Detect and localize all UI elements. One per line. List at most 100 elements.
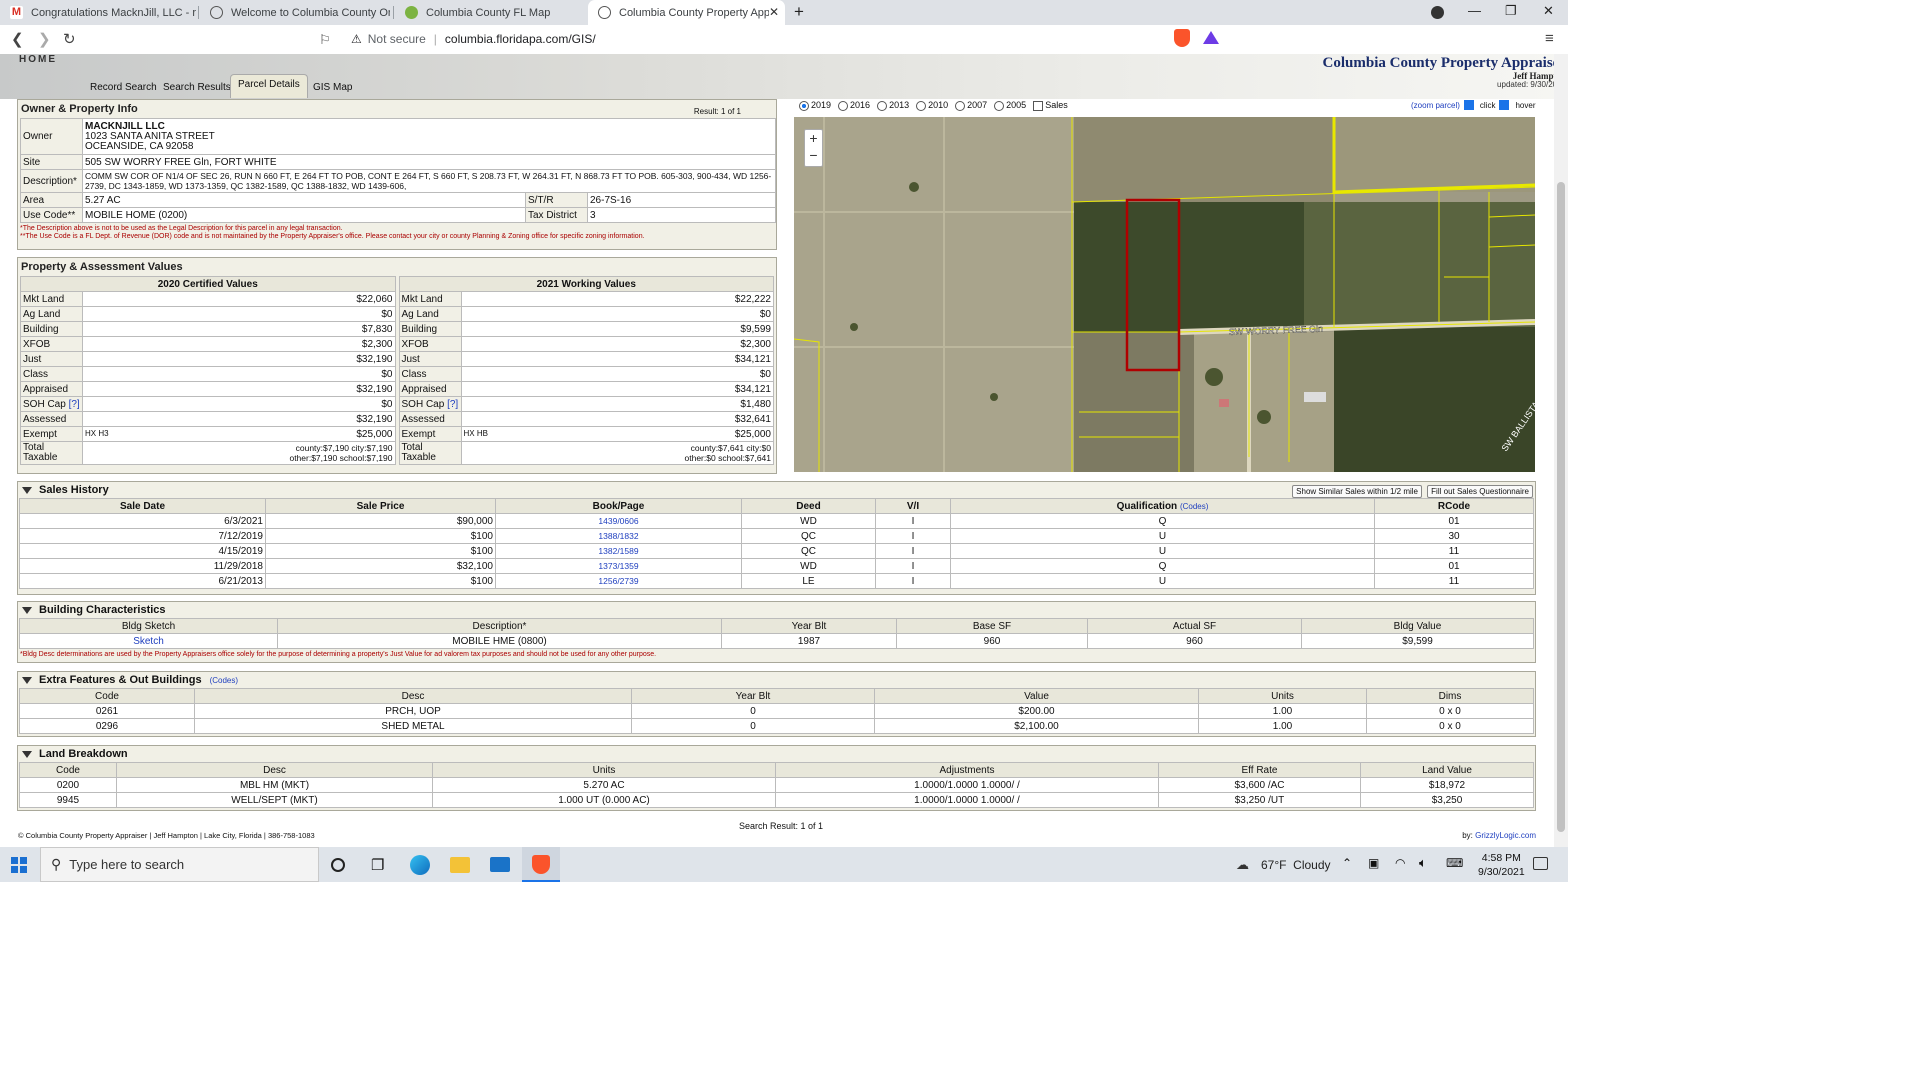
building-header[interactable]: Building Characteristics bbox=[18, 602, 1535, 618]
home-link[interactable]: HOME bbox=[19, 54, 57, 65]
close-tab-icon[interactable]: ✕ bbox=[769, 5, 779, 19]
extra-features-header[interactable]: Extra Features & Out Buildings (Codes) bbox=[18, 672, 1535, 688]
radio-icon[interactable] bbox=[955, 100, 966, 111]
clock[interactable]: 4:58 PM 9/30/2021 bbox=[1478, 851, 1525, 879]
parcel-map[interactable]: SW WORRY FREE Gln SW BALLISTA + − bbox=[794, 117, 1535, 472]
soh-help-link[interactable]: [?] bbox=[447, 399, 458, 410]
year-option-2005[interactable]: 2005 bbox=[994, 100, 1026, 111]
year-option-2007[interactable]: 2007 bbox=[955, 100, 987, 111]
soh-help-link[interactable]: [?] bbox=[69, 399, 80, 410]
radio-icon[interactable] bbox=[838, 100, 849, 111]
task-view-icon[interactable]: ❐ bbox=[371, 856, 391, 876]
year-option-2010[interactable]: 2010 bbox=[916, 100, 948, 111]
xf-dims: 0 x 0 bbox=[1366, 703, 1534, 719]
qualification-codes-link[interactable]: (Codes) bbox=[1180, 502, 1208, 511]
restore-button[interactable]: ❐ bbox=[1505, 3, 1517, 19]
land-breakdown-header[interactable]: Land Breakdown bbox=[18, 746, 1535, 762]
extra-codes-link[interactable]: (Codes) bbox=[210, 676, 238, 685]
edge-icon[interactable] bbox=[410, 855, 430, 875]
meet-now-icon[interactable]: ▣ bbox=[1368, 856, 1379, 870]
mail-icon[interactable] bbox=[490, 857, 510, 872]
url-bar[interactable]: ⚠ Not secure | columbia.floridapa.com/GI… bbox=[343, 28, 1175, 50]
sales-questionnaire-button[interactable]: Fill out Sales Questionnaire bbox=[1427, 485, 1533, 498]
tab-record-search[interactable]: Record Search bbox=[83, 78, 164, 98]
book-page-link[interactable]: 1388/1832 bbox=[495, 528, 742, 544]
forward-icon[interactable]: ❯ bbox=[38, 30, 51, 48]
year-option-2013[interactable]: 2013 bbox=[877, 100, 909, 111]
table-row: Building $9,599 bbox=[398, 321, 774, 337]
page-scrollbar[interactable] bbox=[1554, 54, 1568, 847]
new-tab-button[interactable]: + bbox=[794, 2, 804, 22]
radio-icon[interactable] bbox=[994, 100, 1005, 111]
brave-taskbar-button[interactable] bbox=[522, 847, 560, 882]
volume-icon[interactable]: 🔈︎ bbox=[1419, 855, 1427, 871]
sales-col-qualification: Qualification (Codes) bbox=[950, 498, 1375, 514]
scrollbar-thumb[interactable] bbox=[1557, 182, 1565, 832]
book-page-link[interactable]: 1256/2739 bbox=[495, 573, 742, 589]
total-taxable-value: county:$7,190 city:$7,190 other:$7,190 sc… bbox=[82, 441, 396, 465]
book-page-link[interactable]: 1439/0606 bbox=[495, 513, 742, 529]
table-row: 9945 WELL/SEPT (MKT) 1.000 UT (0.000 AC) 1.… bbox=[19, 792, 1534, 808]
sales-checkbox[interactable] bbox=[1033, 100, 1044, 111]
weather-widget[interactable]: 67°F Cloudy bbox=[1261, 858, 1331, 872]
windows-start-icon[interactable] bbox=[11, 857, 27, 873]
close-window-button[interactable]: ✕ bbox=[1543, 3, 1554, 19]
year-option-2016[interactable]: 2016 bbox=[838, 100, 870, 111]
similar-sales-button[interactable]: Show Similar Sales within 1/2 mile bbox=[1292, 485, 1422, 498]
menu-icon[interactable]: ≡ bbox=[1545, 30, 1554, 47]
radio-icon[interactable] bbox=[916, 100, 927, 111]
tab-gis-map[interactable]: GIS Map bbox=[306, 78, 359, 98]
click-checkbox[interactable] bbox=[1463, 100, 1474, 110]
chevron-up-icon[interactable]: ⌃ bbox=[1342, 856, 1352, 870]
radio-icon[interactable] bbox=[799, 100, 809, 111]
cortana-icon[interactable] bbox=[331, 858, 345, 872]
vi: I bbox=[875, 513, 951, 529]
radio-icon[interactable] bbox=[877, 100, 888, 111]
table-row: Mkt Land $22,222 bbox=[398, 291, 774, 307]
minimize-button[interactable]: — bbox=[1468, 3, 1481, 18]
book-page-link[interactable]: 1373/1359 bbox=[495, 558, 742, 574]
book-page-link[interactable]: 1382/1589 bbox=[495, 543, 742, 559]
brave-shield-icon[interactable] bbox=[1174, 29, 1190, 47]
zoom-in-button[interactable]: + bbox=[805, 130, 822, 147]
deed: QC bbox=[741, 543, 876, 559]
back-icon[interactable]: ❮ bbox=[11, 30, 24, 48]
zoom-parcel-link[interactable]: (zoom parcel) bbox=[1411, 101, 1460, 110]
year-option-2019[interactable]: 2019 bbox=[799, 100, 831, 111]
updated-date: updated: 9/30/2021 bbox=[1497, 80, 1566, 89]
collapse-icon bbox=[22, 750, 32, 758]
sketch-link[interactable]: Sketch bbox=[19, 633, 278, 649]
notification-icon[interactable] bbox=[1533, 857, 1548, 870]
tab-search-icon[interactable] bbox=[1431, 6, 1444, 19]
sales-toggle[interactable]: Sales bbox=[1033, 100, 1068, 111]
brave-rewards-icon[interactable] bbox=[1203, 31, 1219, 44]
value-label: Mkt Land bbox=[20, 291, 83, 307]
value-label: Ag Land bbox=[398, 306, 462, 322]
vi: I bbox=[875, 558, 951, 574]
table-row: Exempt HX HB $25,000 bbox=[398, 426, 774, 442]
keyboard-icon[interactable]: ⌨ bbox=[1446, 856, 1463, 870]
hover-checkbox[interactable] bbox=[1499, 100, 1510, 110]
file-explorer-icon[interactable] bbox=[450, 857, 470, 873]
land-code: 9945 bbox=[19, 792, 117, 808]
weather-icon[interactable]: ☁ bbox=[1236, 857, 1249, 873]
land-eff-rate: $3,250 /UT bbox=[1158, 792, 1361, 808]
table-row: Appraised $32,190 bbox=[20, 381, 396, 397]
rcode: 11 bbox=[1374, 573, 1534, 589]
tab-search-results[interactable]: Search Results bbox=[156, 78, 238, 98]
reload-icon[interactable]: ↻ bbox=[63, 30, 76, 48]
browser-tab-property-appraiser[interactable]: Columbia County Property Appra ✕ bbox=[588, 0, 785, 25]
bookmark-icon[interactable]: ⚐ bbox=[319, 32, 331, 48]
sales-col-deed: Deed bbox=[741, 498, 876, 514]
tab-parcel-details[interactable]: Parcel Details bbox=[230, 74, 308, 98]
browser-tab-county-map[interactable]: Columbia County FL Map bbox=[395, 0, 585, 25]
browser-tab-columbia-online[interactable]: Welcome to Columbia County Online bbox=[200, 0, 390, 25]
land-col-eff-rate: Eff Rate bbox=[1158, 762, 1361, 778]
zoom-out-button[interactable]: − bbox=[805, 147, 822, 164]
grizzly-logic-link[interactable]: GrizzlyLogic.com bbox=[1475, 831, 1536, 840]
security-label: Not secure bbox=[367, 32, 426, 46]
value-label: Class bbox=[398, 366, 462, 382]
wifi-icon[interactable]: ◠ bbox=[1395, 856, 1405, 870]
browser-tab-gmail[interactable]: M Congratulations MacknJill, LLC - rburk bbox=[0, 0, 196, 25]
taskbar-search[interactable]: ⚲ Type here to search bbox=[40, 847, 319, 882]
